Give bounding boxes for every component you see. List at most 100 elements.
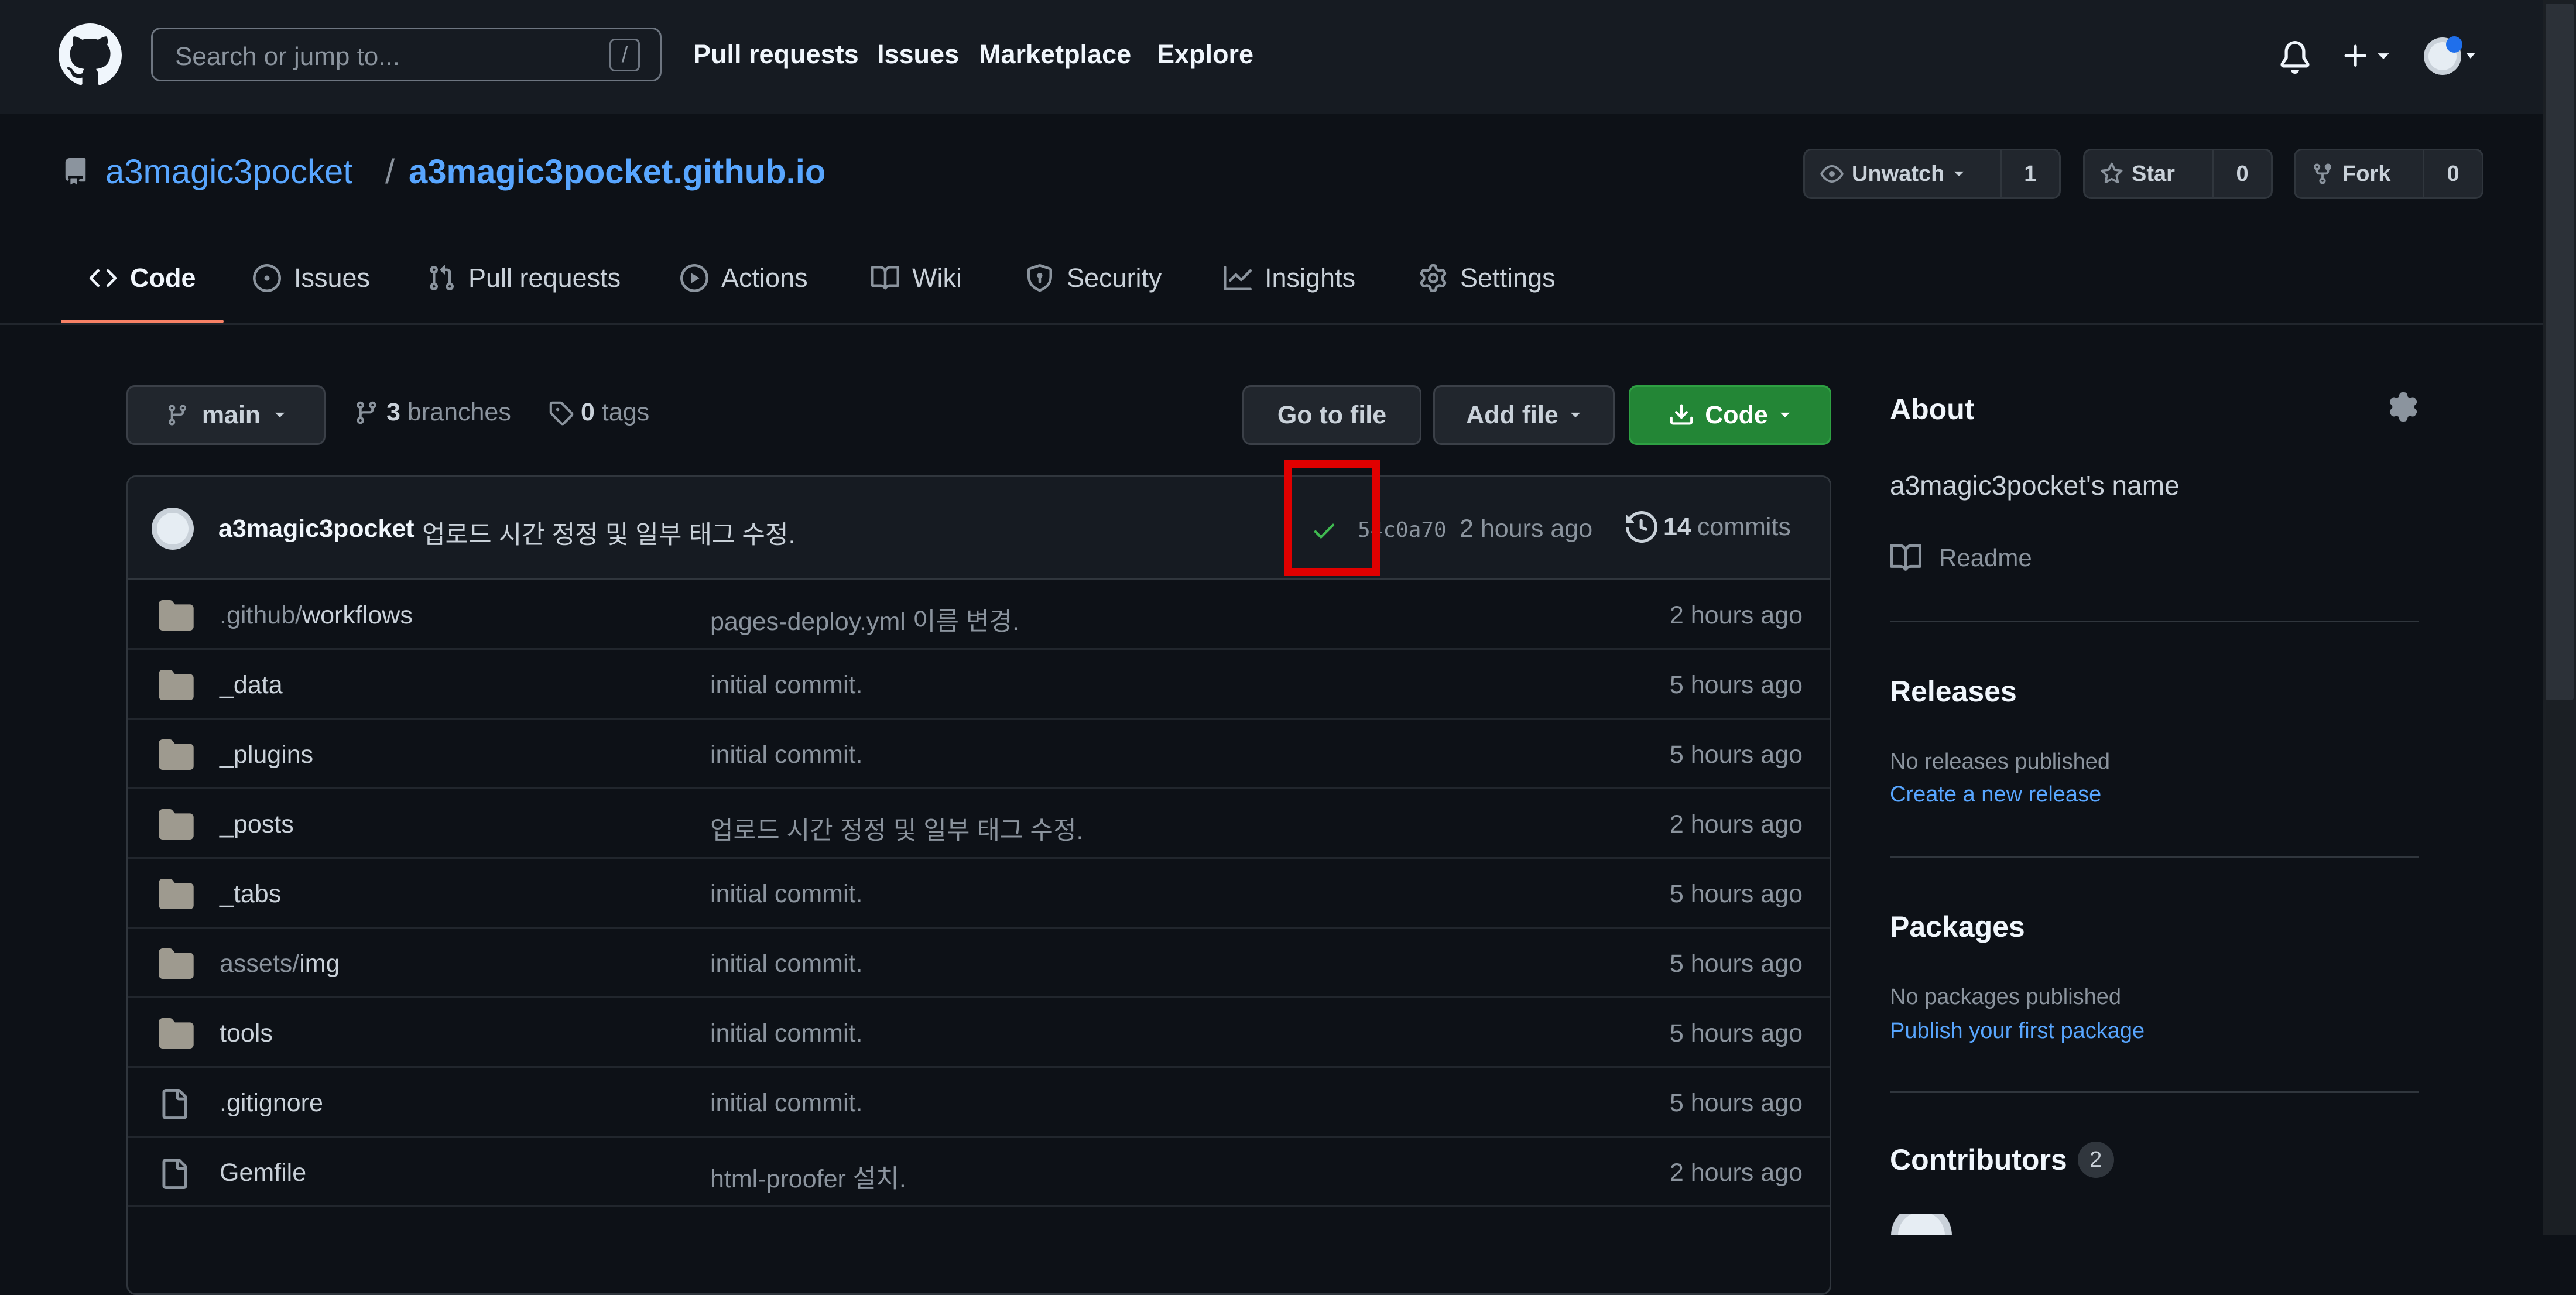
file-row[interactable]: _data initial commit. 5 hours ago: [128, 650, 1830, 720]
about-settings-gear-icon[interactable]: [2389, 392, 2418, 422]
author-avatar[interactable]: [150, 506, 195, 551]
file-name-link[interactable]: _plugins: [220, 741, 313, 769]
file-name-link[interactable]: _data: [220, 671, 283, 700]
caret-down-icon: [1780, 412, 1790, 418]
nav-marketplace[interactable]: Marketplace: [979, 39, 1131, 70]
folder-icon: [159, 879, 194, 909]
commit-message[interactable]: 업로드 시간 정정 및 일부 태그 수정.: [422, 515, 795, 551]
file-row[interactable]: _tabs initial commit. 5 hours ago: [128, 859, 1830, 929]
user-avatar-menu[interactable]: [2421, 34, 2478, 78]
caret-down-icon: [2378, 53, 2389, 59]
file-commit-message[interactable]: pages-deploy.yml 이름 변경.: [710, 601, 1019, 638]
file-name-link[interactable]: _tabs: [220, 880, 281, 909]
readme-label: Readme: [1939, 544, 2032, 571]
scrollbar-thumb[interactable]: [2546, 4, 2574, 700]
publish-package-link[interactable]: Publish your first package: [1890, 1019, 2145, 1044]
file-name: workflows: [302, 601, 413, 629]
tab-label: Security: [1067, 263, 1162, 293]
tab-pull-requests[interactable]: Pull requests: [427, 258, 621, 299]
branches-count: 3: [386, 398, 400, 426]
commit-author[interactable]: a3magic3pocket: [218, 515, 415, 543]
file-commit-message[interactable]: initial commit.: [710, 671, 862, 700]
file-name-link[interactable]: tools: [220, 1019, 273, 1048]
search-shortcut-key: /: [609, 39, 640, 71]
tab-settings[interactable]: Settings: [1419, 258, 1556, 299]
file-row[interactable]: .gitignore initial commit. 5 hours ago: [128, 1068, 1830, 1138]
file-commit-message[interactable]: html-proofer 설치.: [710, 1159, 906, 1195]
go-to-file-label: Go to file: [1277, 400, 1387, 429]
nav-pull-requests[interactable]: Pull requests: [693, 39, 859, 70]
notifications-bell-icon[interactable]: [2279, 41, 2311, 74]
add-file-label: Add file: [1466, 400, 1558, 429]
contributors-heading[interactable]: Contributors 2: [1890, 1142, 2114, 1178]
watch-count[interactable]: 1: [2002, 150, 2059, 197]
tab-wiki[interactable]: Wiki: [871, 258, 962, 299]
file-row[interactable]: tools initial commit. 5 hours ago: [128, 998, 1830, 1068]
commits-label: commits: [1697, 512, 1791, 541]
file-commit-message[interactable]: initial commit.: [710, 741, 862, 769]
watch-label: Unwatch: [1852, 161, 1945, 186]
commits-link[interactable]: 14 commits: [1626, 511, 1791, 543]
sidebar-divider: [1890, 621, 2419, 622]
fork-count[interactable]: 0: [2424, 150, 2482, 197]
tags-link[interactable]: 0 tags: [548, 398, 649, 427]
branch-name: main: [201, 400, 261, 429]
star-count[interactable]: 0: [2214, 150, 2271, 197]
code-download-button[interactable]: Code: [1629, 385, 1831, 445]
tab-insights[interactable]: Insights: [1224, 258, 1355, 299]
file-name: tools: [220, 1019, 273, 1047]
tab-actions[interactable]: Actions: [680, 258, 808, 299]
file-commit-message[interactable]: initial commit.: [710, 1089, 862, 1118]
tab-code[interactable]: Code: [89, 258, 196, 299]
search-input[interactable]: Search or jump to... /: [151, 28, 662, 81]
tab-label: Insights: [1265, 263, 1356, 293]
highlight-annotation-box: [1284, 460, 1380, 576]
file-commit-message[interactable]: initial commit.: [710, 950, 862, 978]
watch-button[interactable]: Unwatch 1: [1803, 149, 2061, 199]
file-row[interactable]: assets/img initial commit. 5 hours ago: [128, 929, 1830, 998]
file-row[interactable]: .github/workflows pages-deploy.yml 이름 변경.…: [128, 580, 1830, 650]
file-row[interactable]: _plugins initial commit. 5 hours ago: [128, 720, 1830, 789]
file-commit-message[interactable]: initial commit.: [710, 880, 862, 909]
branch-select-button[interactable]: main: [126, 385, 326, 445]
branch-icon: [357, 401, 376, 424]
fork-button[interactable]: Fork 0: [2294, 149, 2483, 199]
tab-label: Code: [130, 263, 196, 293]
file-name-link[interactable]: .gitignore: [220, 1089, 323, 1118]
go-to-file-button[interactable]: Go to file: [1242, 385, 1421, 445]
contributor-avatar[interactable]: [1891, 1214, 1952, 1235]
create-new-dropdown[interactable]: [2341, 41, 2391, 71]
caret-down-icon: [1954, 171, 1964, 177]
file-commit-time: 5 hours ago: [1669, 1019, 1803, 1047]
file-name-link[interactable]: .github/workflows: [220, 601, 413, 630]
file-name-link[interactable]: _posts: [220, 810, 294, 839]
nav-issues[interactable]: Issues: [877, 39, 959, 70]
create-release-link[interactable]: Create a new release: [1890, 782, 2101, 807]
github-logo-icon[interactable]: [59, 23, 122, 87]
tab-issues[interactable]: Issues: [253, 258, 370, 299]
repo-name-link[interactable]: a3magic3pocket.github.io: [409, 152, 825, 191]
pull-request-icon: [430, 265, 454, 291]
file-row[interactable]: _posts 업로드 시간 정정 및 일부 태그 수정. 2 hours ago: [128, 789, 1830, 859]
file-name-link[interactable]: assets/img: [220, 950, 340, 978]
file-commit-message[interactable]: initial commit.: [710, 1019, 862, 1048]
star-button[interactable]: Star 0: [2083, 149, 2273, 199]
search-placeholder: Search or jump to...: [175, 42, 400, 71]
file-commit-time: 5 hours ago: [1669, 1089, 1803, 1117]
repo-owner-link[interactable]: a3magic3pocket: [105, 152, 352, 191]
readme-link[interactable]: Readme: [1890, 542, 2032, 574]
file-row[interactable]: Gemfile html-proofer 설치. 2 hours ago: [128, 1138, 1830, 1207]
gear-icon: [1420, 264, 1447, 292]
tab-security[interactable]: Security: [1026, 258, 1162, 299]
file-commit-message[interactable]: 업로드 시간 정정 및 일부 태그 수정.: [710, 810, 1083, 847]
file-name-link[interactable]: Gemfile: [220, 1159, 306, 1187]
releases-heading[interactable]: Releases: [1890, 674, 2017, 708]
nav-explore[interactable]: Explore: [1157, 39, 1253, 70]
tab-label: Pull requests: [468, 263, 621, 293]
branches-label: branches: [407, 398, 511, 426]
packages-heading[interactable]: Packages: [1890, 910, 2025, 944]
tags-label: tags: [601, 398, 650, 426]
file-name: _data: [220, 671, 283, 699]
branches-link[interactable]: 3 branches: [354, 398, 511, 427]
add-file-button[interactable]: Add file: [1433, 385, 1615, 445]
